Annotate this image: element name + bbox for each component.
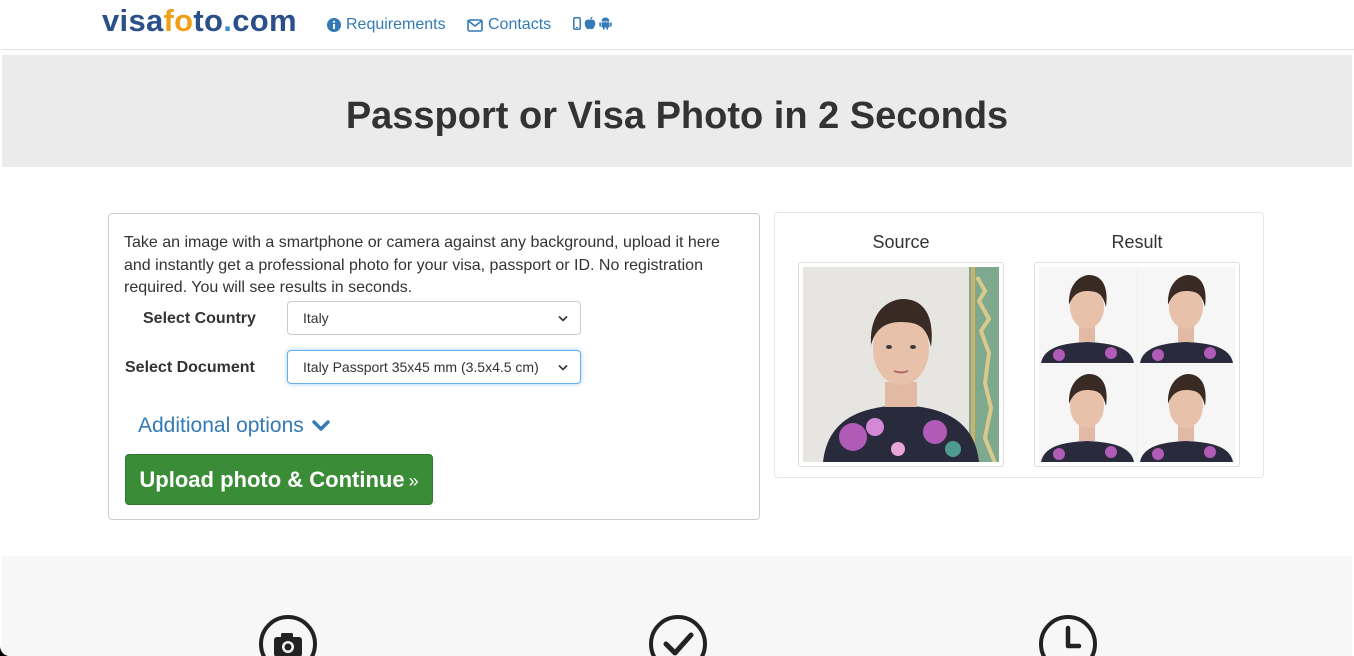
nav-requirements-link[interactable]: Requirements xyxy=(327,16,446,34)
document-select-value: Italy Passport 35x45 mm (3.5x4.5 cm) xyxy=(303,359,539,375)
chevron-down-icon xyxy=(312,420,330,431)
result-photo-tile xyxy=(1039,267,1136,364)
chevron-down-icon xyxy=(558,364,568,371)
result-photo-tile xyxy=(1138,267,1235,364)
top-navbar: visafoto.com Requirements Contacts xyxy=(0,0,1354,50)
clock-icon xyxy=(1039,615,1097,656)
nav-contacts-link[interactable]: Contacts xyxy=(467,16,551,34)
preview-panel: Source Result xyxy=(774,212,1264,478)
check-circle-icon xyxy=(649,615,707,656)
upload-photo-button[interactable]: Upload photo & Continue » xyxy=(125,454,433,505)
source-photo xyxy=(803,267,999,462)
country-label: Select Country xyxy=(143,310,256,327)
nav-mobile-apps-link[interactable] xyxy=(573,16,612,30)
nav-contacts-label: Contacts xyxy=(488,16,552,33)
chevron-down-icon xyxy=(558,315,568,322)
nav-requirements-label: Requirements xyxy=(346,16,446,33)
document-select[interactable]: Italy Passport 35x45 mm (3.5x4.5 cm) xyxy=(287,350,581,384)
android-icon xyxy=(599,17,612,30)
apple-icon xyxy=(584,16,596,30)
result-photo-tile xyxy=(1039,365,1136,462)
camera-icon xyxy=(259,615,317,656)
upload-button-label: Upload photo & Continue xyxy=(139,466,405,492)
country-select-value: Italy xyxy=(303,310,329,326)
upload-form-panel: Take an image with a smartphone or camer… xyxy=(108,213,760,520)
page-title: Passport or Visa Photo in 2 Seconds xyxy=(345,95,1009,137)
double-chevron-right-icon: » xyxy=(408,470,419,491)
source-title: Source xyxy=(872,232,930,252)
info-icon xyxy=(327,18,341,32)
mobile-phone-icon xyxy=(573,16,581,30)
document-label: Select Document xyxy=(125,359,255,376)
additional-options-label: Additional options xyxy=(138,414,304,437)
source-photo-frame xyxy=(798,262,1004,467)
result-photo-frame xyxy=(1034,262,1240,467)
additional-options-toggle[interactable]: Additional options xyxy=(138,414,330,438)
result-photo-grid xyxy=(1039,267,1235,462)
result-title: Result xyxy=(1111,232,1163,252)
intro-text: Take an image with a smartphone or camer… xyxy=(124,234,720,296)
site-logo[interactable]: visafoto.com xyxy=(102,3,297,39)
features-section xyxy=(2,556,1352,656)
envelope-icon xyxy=(467,18,483,32)
country-select[interactable]: Italy xyxy=(287,301,581,335)
hero-banner: Passport or Visa Photo in 2 Seconds xyxy=(2,55,1352,167)
result-photo-tile xyxy=(1138,365,1235,462)
page: visafoto.com Requirements Contacts Passp… xyxy=(0,0,1354,656)
